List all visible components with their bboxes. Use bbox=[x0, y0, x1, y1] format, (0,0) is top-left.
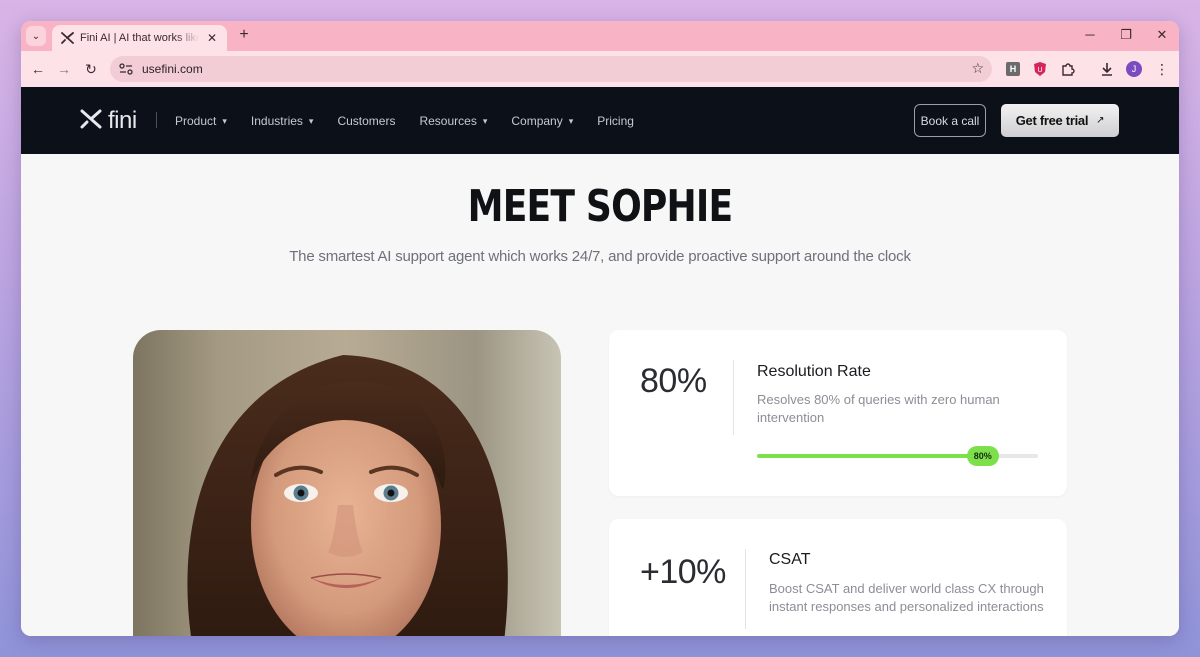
nav-resources[interactable]: Resources ▾ bbox=[419, 111, 487, 131]
url-text: usefini.com bbox=[142, 62, 203, 76]
svg-text:U: U bbox=[1037, 66, 1042, 74]
reload-icon[interactable]: ↻ bbox=[82, 60, 100, 78]
nav-label: Industries bbox=[250, 114, 303, 128]
stat-title: Resolution Rate bbox=[757, 363, 871, 380]
stat-value: +10% bbox=[640, 553, 726, 591]
nav-label: Company bbox=[511, 114, 563, 128]
nav-label: Product bbox=[175, 114, 217, 128]
profile-initial: J bbox=[1126, 61, 1142, 77]
profile-avatar[interactable]: J bbox=[1125, 60, 1143, 78]
site-info-icon[interactable] bbox=[118, 61, 134, 77]
nav-label: Resources bbox=[419, 114, 477, 128]
minimize-icon[interactable]: ─ bbox=[1083, 27, 1097, 43]
new-tab-button[interactable]: + bbox=[234, 26, 254, 44]
hero-title: MEET SOPHIE bbox=[467, 181, 734, 232]
menu-kebab-icon[interactable]: ⋮ bbox=[1153, 60, 1171, 78]
tab-search-button[interactable]: ⌄ bbox=[26, 26, 46, 46]
stat-card-resolution: 80% Resolution Rate Resolves 80% of quer… bbox=[609, 330, 1067, 496]
tab-title: Fini AI | AI that works like your best a… bbox=[80, 32, 199, 44]
hero-subtitle: The smartest AI support agent which work… bbox=[289, 248, 911, 265]
card-divider bbox=[733, 360, 734, 435]
stat-description: Boost CSAT and deliver world class CX th… bbox=[769, 581, 1044, 614]
shield-extension-icon[interactable]: U bbox=[1031, 60, 1049, 78]
trial-label: Get free trial bbox=[1015, 113, 1089, 128]
logo-divider bbox=[156, 112, 157, 128]
bookmark-star-icon[interactable]: ☆ bbox=[971, 60, 984, 77]
nav-label: Pricing bbox=[597, 114, 634, 128]
address-bar[interactable]: usefini.com ☆ bbox=[110, 56, 992, 82]
browser-toolbar: ← → ↻ usefini.com ☆ H U J ⋮ bbox=[21, 51, 1179, 87]
forward-icon[interactable]: → bbox=[55, 60, 73, 78]
tab-strip: ⌄ Fini AI | AI that works like your best… bbox=[21, 21, 1179, 51]
card-divider bbox=[745, 549, 746, 629]
download-icon[interactable] bbox=[1098, 60, 1116, 78]
restore-icon[interactable]: ❐ bbox=[1119, 27, 1133, 43]
stat-value: 80% bbox=[640, 362, 707, 400]
extension-h-icon[interactable]: H bbox=[1004, 60, 1022, 78]
chevron-down-icon: ▾ bbox=[568, 115, 574, 126]
chevron-down-icon: ▾ bbox=[308, 115, 314, 126]
chevron-down-icon: ⌄ bbox=[31, 30, 41, 42]
chevron-down-icon: ▾ bbox=[222, 115, 227, 126]
chevron-down-icon: ▾ bbox=[482, 115, 488, 126]
logo-text: fini bbox=[108, 107, 137, 134]
close-tab-icon[interactable]: ✕ bbox=[205, 31, 219, 45]
nav-pricing[interactable]: Pricing bbox=[597, 111, 634, 131]
nav-label: Customers bbox=[337, 114, 396, 128]
nav-company[interactable]: Company ▾ bbox=[511, 111, 573, 131]
stat-title: CSAT bbox=[769, 551, 811, 568]
browser-window: ⌄ Fini AI | AI that works like your best… bbox=[21, 21, 1179, 636]
free-trial-button[interactable]: Get free trial ↗ bbox=[1001, 104, 1119, 137]
window-controls: ─ ❐ ✕ bbox=[1083, 27, 1169, 43]
fini-logo[interactable]: fini bbox=[80, 107, 137, 135]
nav-links: Product ▾ Industries ▾ Customers Resources… bbox=[175, 111, 658, 131]
nav-customers[interactable]: Customers bbox=[337, 111, 395, 131]
site-navbar: fini Product ▾ Industries ▾ Customers Reso… bbox=[21, 87, 1179, 154]
progress-badge: 80% bbox=[966, 446, 999, 466]
resolution-progress-bar: 80% bbox=[757, 446, 1038, 466]
arrow-up-right-icon: ↗ bbox=[1096, 115, 1105, 126]
extensions-puzzle-icon[interactable] bbox=[1059, 60, 1077, 78]
fini-x-logo-icon bbox=[80, 109, 102, 134]
progress-fill bbox=[757, 454, 982, 458]
sophie-portrait bbox=[133, 330, 561, 636]
active-tab[interactable]: Fini AI | AI that works like your best a… bbox=[52, 25, 227, 51]
close-window-icon[interactable]: ✕ bbox=[1155, 27, 1169, 43]
nav-product[interactable]: Product ▾ bbox=[175, 111, 227, 131]
fini-favicon-icon bbox=[60, 31, 74, 45]
nav-industries[interactable]: Industries ▾ bbox=[251, 111, 314, 131]
page-content: MEET SOPHIE The smartest AI support agen… bbox=[21, 154, 1179, 636]
back-icon[interactable]: ← bbox=[29, 60, 47, 78]
book-call-button[interactable]: Book a call bbox=[914, 104, 986, 137]
stat-description: Resolves 80% of queries with zero human … bbox=[757, 392, 1000, 425]
stat-card-csat: +10% CSAT Boost CSAT and deliver world c… bbox=[609, 519, 1067, 636]
